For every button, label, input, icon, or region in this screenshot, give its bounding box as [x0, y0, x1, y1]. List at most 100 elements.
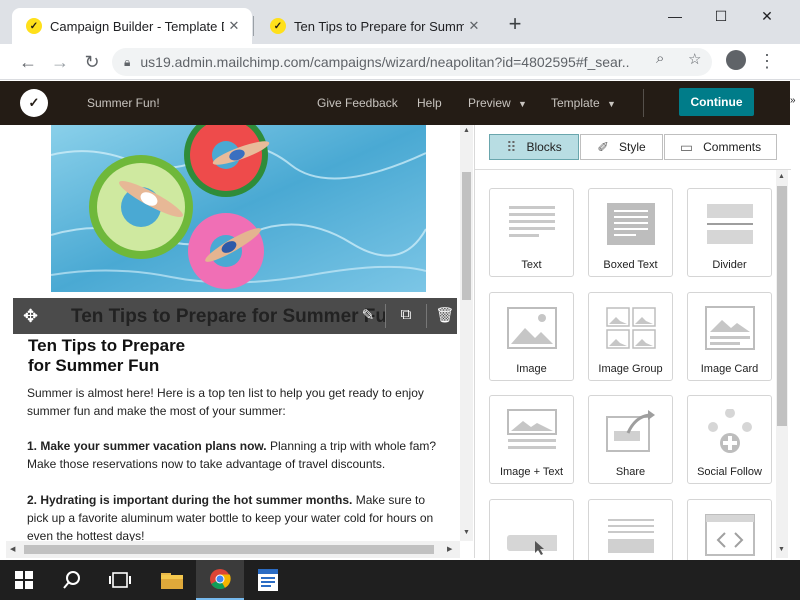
close-tab-icon[interactable]: ✕ — [464, 18, 484, 34]
image-text-icon — [507, 409, 557, 449]
tab-style-label: Style — [619, 140, 646, 154]
new-tab-icon[interactable]: + — [503, 13, 527, 37]
blocks-panel: ⠿ Blocks ✐ Style ▭ Comments Text Boxed T… — [474, 125, 791, 588]
bookmark-star-icon[interactable]: ☆ — [688, 50, 701, 68]
block-label: Image Group — [598, 363, 663, 375]
profile-avatar-icon[interactable] — [726, 50, 746, 70]
grid-icon: ⠿ — [506, 138, 517, 155]
task-view-icon[interactable] — [96, 560, 144, 600]
browser-menu-icon[interactable]: ⋮ — [758, 50, 776, 72]
panel-divider — [475, 169, 791, 170]
forward-icon[interactable]: → — [46, 48, 74, 76]
browser-tab-strip: ✓ Campaign Builder - Template De ✕ ✓ Ten… — [0, 0, 800, 44]
mailchimp-logo-icon[interactable]: ✓ — [20, 89, 48, 117]
scrollbar-thumb[interactable] — [24, 545, 434, 554]
scrollbar-thumb[interactable] — [777, 186, 787, 426]
continue-button[interactable]: Continue — [679, 88, 754, 116]
share-icon — [606, 410, 655, 452]
scroll-right-arrow-icon[interactable]: ▶ — [447, 545, 452, 553]
search-icon[interactable]: ⌕ — [656, 50, 664, 67]
window-close-icon[interactable]: ✕ — [744, 0, 790, 32]
toolbar-separator — [385, 304, 386, 328]
tip-1-paragraph[interactable]: 1. Make your summer vacation plans now. … — [27, 437, 437, 473]
toolbar-separator — [426, 304, 427, 328]
brush-icon: ✐ — [597, 138, 610, 155]
preview-horizontal-scrollbar[interactable]: ◀ ▶ — [6, 541, 460, 558]
comment-icon: ▭ — [679, 138, 694, 155]
pool-floats-image[interactable] — [51, 125, 426, 292]
chrome-icon[interactable] — [196, 560, 244, 600]
tab-title: Campaign Builder - Template De — [50, 18, 224, 34]
scrollbar-thumb[interactable] — [462, 172, 471, 300]
block-image-text[interactable]: Image + Text — [489, 395, 574, 484]
preview-menu[interactable]: Preview ▼ — [468, 96, 527, 110]
file-explorer-icon[interactable] — [148, 560, 196, 600]
button-block-icon — [507, 535, 557, 555]
block-image[interactable]: Image — [489, 292, 574, 381]
give-feedback-link[interactable]: Give Feedback — [317, 96, 398, 110]
template-menu[interactable]: Template ▼ — [551, 96, 616, 110]
email-heading-line1: Ten Tips to Prepare — [28, 336, 186, 355]
edit-pencil-icon[interactable]: ✎ — [358, 306, 378, 326]
scroll-left-arrow-icon[interactable]: ◀ — [10, 545, 15, 553]
scroll-up-arrow-icon[interactable]: ▲ — [463, 127, 470, 134]
scroll-down-arrow-icon[interactable]: ▼ — [778, 546, 785, 553]
scroll-down-arrow-icon[interactable]: ▼ — [463, 529, 470, 536]
url-text: us19.admin.mailchimp.com/campaigns/wizar… — [140, 54, 631, 70]
code-block-icon — [705, 514, 755, 556]
panel-tabs: ⠿ Blocks ✐ Style ▭ Comments — [489, 134, 777, 160]
start-icon[interactable] — [0, 560, 48, 600]
text-block-icon — [509, 206, 555, 237]
block-label: Image — [516, 363, 547, 375]
block-label: Image Card — [700, 363, 759, 375]
reload-icon[interactable]: ↻ — [78, 48, 106, 76]
social-follow-icon — [708, 409, 752, 453]
tab-comments-label: Comments — [703, 140, 762, 154]
tip-1-heading: 1. Make your summer vacation plans now. — [27, 439, 267, 453]
chevron-down-icon: ▼ — [518, 99, 527, 109]
email-heading[interactable]: Ten Tips to Prepare for Summer Fun — [28, 336, 185, 376]
image-icon — [507, 307, 557, 349]
scroll-up-arrow-icon[interactable]: ▲ — [778, 173, 785, 180]
tab-blocks[interactable]: ⠿ Blocks — [489, 134, 579, 160]
block-image-group[interactable]: Image Group — [588, 292, 673, 381]
delete-trash-icon[interactable]: 🗑︎ — [435, 306, 455, 326]
lock-icon: 🔒︎ — [124, 54, 131, 69]
image-card-icon — [705, 306, 755, 350]
close-tab-icon[interactable]: ✕ — [224, 18, 244, 34]
search-icon[interactable] — [48, 560, 96, 600]
help-link[interactable]: Help — [417, 96, 442, 110]
back-icon[interactable]: ← — [14, 48, 42, 76]
preview-vertical-scrollbar[interactable]: ▲ ▼ — [460, 125, 473, 541]
tab-style[interactable]: ✐ Style — [580, 134, 663, 160]
block-image-card[interactable]: Image Card — [687, 292, 772, 381]
tab-ten-tips[interactable]: ✓ Ten Tips to Prepare for Summer F ✕ — [256, 8, 492, 44]
block-label: Text — [521, 259, 542, 271]
intro-paragraph[interactable]: Summer is almost here! Here is a top ten… — [27, 384, 437, 420]
tab-campaign-builder[interactable]: ✓ Campaign Builder - Template De ✕ — [12, 8, 252, 44]
campaign-name: Summer Fun! — [87, 96, 160, 110]
block-divider[interactable]: Divider — [687, 188, 772, 277]
address-bar[interactable]: 🔒︎ us19.admin.mailchimp.com/campaigns/wi… — [112, 48, 712, 76]
block-label: Social Follow — [697, 466, 762, 478]
wordpad-icon[interactable] — [244, 560, 292, 600]
windows-taskbar — [0, 560, 800, 600]
chevron-down-icon: ▼ — [607, 99, 616, 109]
panel-vertical-scrollbar[interactable]: ▲ ▼ — [776, 170, 788, 558]
maximize-icon[interactable]: ☐ — [698, 0, 744, 32]
browser-toolbar: ← → ↻ 🔒︎ us19.admin.mailchimp.com/campai… — [0, 44, 800, 80]
block-social-follow[interactable]: Social Follow — [687, 395, 772, 484]
move-handle-icon[interactable]: ✥ — [23, 306, 38, 327]
overflow-arrow-icon: » — [790, 95, 796, 106]
minimize-icon[interactable]: — — [652, 0, 698, 32]
tip-2-paragraph[interactable]: 2. Hydrating is important during the hot… — [27, 491, 437, 545]
tab-comments[interactable]: ▭ Comments — [664, 134, 777, 160]
email-heading-line2: for Summer Fun — [28, 356, 160, 375]
duplicate-icon[interactable]: ⧉ — [396, 306, 416, 326]
block-label: Boxed Text — [603, 259, 658, 271]
block-share[interactable]: Share — [588, 395, 673, 484]
block-label: Image + Text — [499, 466, 564, 478]
block-boxed-text[interactable]: Boxed Text — [588, 188, 673, 277]
header-divider — [643, 89, 644, 117]
block-text[interactable]: Text — [489, 188, 574, 277]
